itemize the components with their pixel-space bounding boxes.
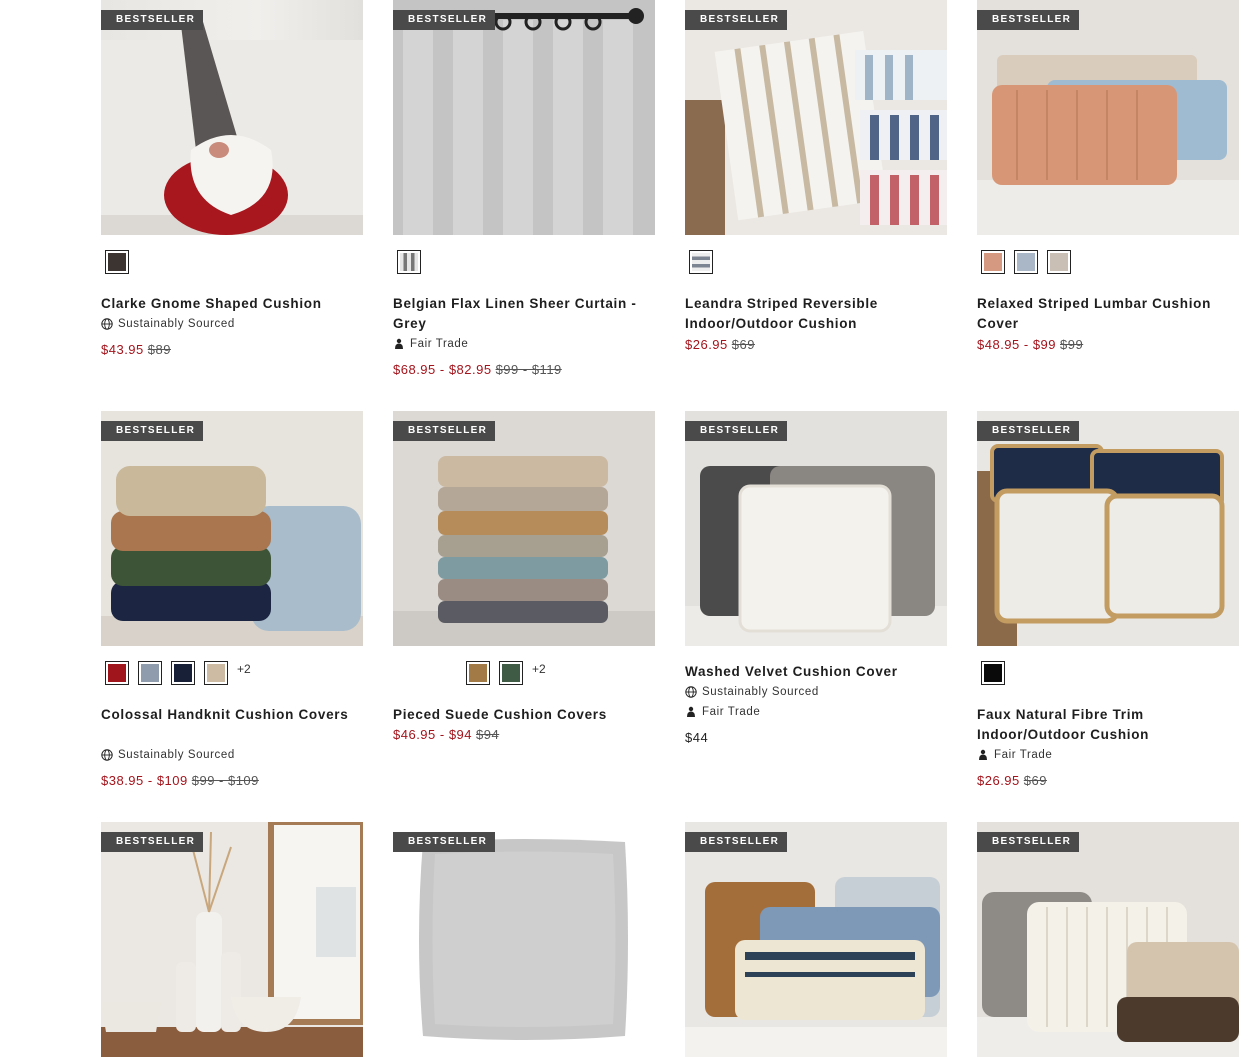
product-image-decor-vases[interactable] — [101, 822, 363, 1057]
product-price: $46.95 - $94 $94 — [393, 727, 499, 742]
fair-trade-icon — [979, 749, 987, 760]
more-swatches-link[interactable]: +2 — [237, 662, 251, 676]
product-image-lumbar-cushion[interactable] — [977, 0, 1239, 235]
product-price: $43.95 $89 — [101, 342, 171, 357]
product-image-velvet-cushion[interactable] — [685, 411, 947, 646]
sale-price: $48.95 - $99 — [977, 337, 1057, 352]
product-name[interactable]: Colossal Handknit Cushion Covers — [101, 705, 363, 725]
bestseller-badge: BESTSELLER — [101, 421, 203, 441]
original-price: $99 - $119 — [495, 362, 562, 377]
product-price: $68.95 - $82.95 $99 - $119 — [393, 362, 562, 377]
sustainability-label: Sustainably Sourced — [685, 686, 819, 698]
bestseller-badge: BESTSELLER — [393, 421, 495, 441]
product-name[interactable]: Leandra Striped Reversible Indoor/Outdoo… — [685, 294, 947, 334]
bestseller-badge: BESTSELLER — [685, 421, 787, 441]
fair-trade-icon — [687, 706, 695, 717]
color-swatch[interactable] — [1014, 250, 1038, 274]
product-image-corduroy-cushion[interactable] — [977, 822, 1239, 1057]
more-swatches-link[interactable]: +2 — [532, 662, 546, 676]
product-name[interactable]: Washed Velvet Cushion Cover — [685, 662, 947, 682]
fair-trade-label: Fair Trade — [977, 749, 1052, 761]
sustainability-label: Sustainably Sourced — [101, 318, 235, 330]
color-swatch[interactable] — [499, 661, 523, 685]
fair-trade-label: Fair Trade — [685, 706, 760, 718]
color-swatch[interactable] — [981, 250, 1005, 274]
bestseller-badge: BESTSELLER — [101, 10, 203, 30]
product-image-lumbar-set[interactable] — [685, 822, 947, 1057]
bestseller-badge: BESTSELLER — [977, 421, 1079, 441]
product-name[interactable]: Clarke Gnome Shaped Cushion — [101, 294, 363, 314]
bestseller-badge: BESTSELLER — [393, 832, 495, 852]
original-price: $69 — [731, 337, 755, 352]
color-swatch[interactable] — [171, 661, 195, 685]
product-name[interactable]: Relaxed Striped Lumbar Cushion Cover — [977, 294, 1239, 334]
regular-price: $44 — [685, 730, 709, 745]
bestseller-badge: BESTSELLER — [101, 832, 203, 852]
product-image-handknit-cushions[interactable] — [101, 411, 363, 646]
sale-price: $26.95 — [685, 337, 728, 352]
color-swatch[interactable] — [1047, 250, 1071, 274]
original-price: $89 — [147, 342, 171, 357]
bestseller-badge: BESTSELLER — [977, 10, 1079, 30]
color-swatch[interactable] — [981, 661, 1005, 685]
product-name[interactable]: Belgian Flax Linen Sheer Curtain - Grey — [393, 294, 655, 334]
color-swatch[interactable] — [204, 661, 228, 685]
color-swatch[interactable] — [397, 250, 421, 274]
color-swatch[interactable] — [105, 661, 129, 685]
sale-price: $38.95 - $109 — [101, 773, 188, 788]
globe-icon — [101, 749, 113, 761]
color-swatch[interactable] — [689, 250, 713, 274]
fair-trade-label: Fair Trade — [393, 338, 468, 350]
color-swatch[interactable] — [138, 661, 162, 685]
product-image-striped-cushion[interactable] — [685, 0, 947, 235]
product-price: $26.95 $69 — [977, 773, 1047, 788]
original-price: $94 — [476, 727, 500, 742]
product-price: $48.95 - $99 $99 — [977, 337, 1083, 352]
bestseller-badge: BESTSELLER — [685, 10, 787, 30]
fair-trade-icon — [395, 338, 403, 349]
sale-price: $43.95 — [101, 342, 144, 357]
product-image-gnome-cushion[interactable] — [101, 0, 363, 235]
product-name[interactable]: Faux Natural Fibre Trim Indoor/Outdoor C… — [977, 705, 1239, 745]
original-price: $99 — [1060, 337, 1084, 352]
product-price: $38.95 - $109 $99 - $109 — [101, 773, 259, 788]
color-swatch[interactable] — [105, 250, 129, 274]
sustainability-label: Sustainably Sourced — [101, 749, 235, 761]
globe-icon — [685, 686, 697, 698]
bestseller-badge: BESTSELLER — [977, 832, 1079, 852]
product-image-suede-cushions[interactable] — [393, 411, 655, 646]
sale-price: $68.95 - $82.95 — [393, 362, 492, 377]
product-image-fibre-trim-cushion[interactable] — [977, 411, 1239, 646]
product-price: $26.95 $69 — [685, 337, 755, 352]
color-swatch[interactable] — [466, 661, 490, 685]
original-price: $69 — [1023, 773, 1047, 788]
product-name[interactable]: Pieced Suede Cushion Covers — [393, 705, 655, 725]
product-image-grey-cushion[interactable] — [393, 822, 655, 1057]
sale-price: $26.95 — [977, 773, 1020, 788]
product-image-linen-curtain[interactable] — [393, 0, 655, 235]
product-price: $44 — [685, 730, 708, 745]
bestseller-badge: BESTSELLER — [393, 10, 495, 30]
globe-icon — [101, 318, 113, 330]
bestseller-badge: BESTSELLER — [685, 832, 787, 852]
original-price: $99 - $109 — [191, 773, 259, 788]
sale-price: $46.95 - $94 — [393, 727, 473, 742]
